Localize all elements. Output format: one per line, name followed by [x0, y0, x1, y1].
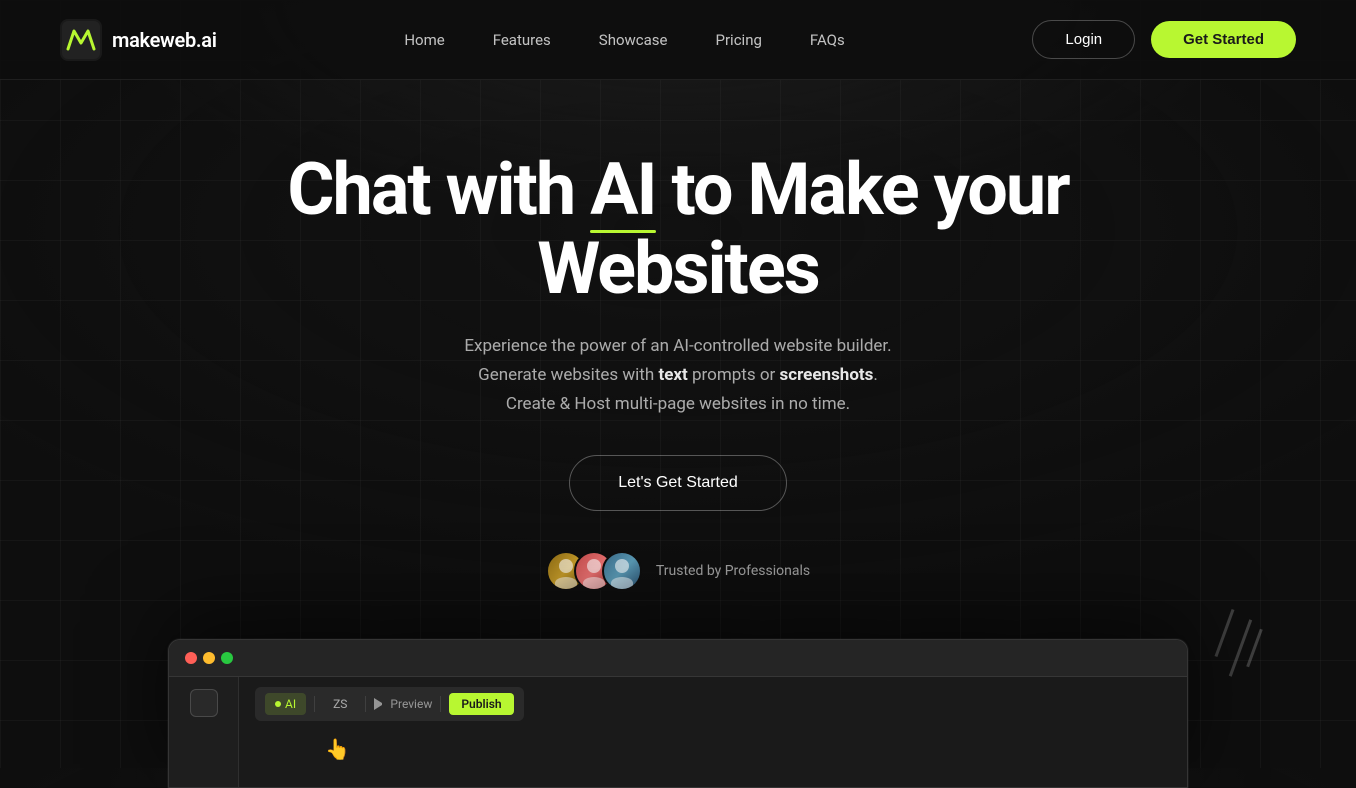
trust-section: Trusted by Professionals: [546, 551, 810, 591]
get-started-button[interactable]: Get Started: [1151, 21, 1296, 58]
hero-title: Chat with AI to Make your Websites: [178, 150, 1178, 308]
browser-titlebar: [169, 640, 1187, 677]
browser-toolbar: AI ZS Preview Publish 👆: [239, 677, 1187, 787]
tab-separator-1: [314, 696, 315, 712]
traffic-light-green: [221, 652, 233, 664]
nav-links: Home Features Showcase Pricing FAQs: [384, 23, 864, 57]
browser-content: AI ZS Preview Publish 👆: [169, 677, 1187, 787]
logo-text: makeweb.ai: [112, 28, 217, 52]
hero-title-ai: AI: [590, 150, 655, 229]
nav-faqs[interactable]: FAQs: [790, 23, 865, 57]
navbar: makeweb.ai Home Features Showcase Pricin…: [0, 0, 1356, 80]
hero-subtitle-line1: Experience the power of an AI-controlled…: [464, 336, 891, 356]
hero-title-part1: Chat with: [287, 147, 590, 232]
nav-features[interactable]: Features: [473, 23, 571, 57]
tab-publish[interactable]: Publish: [449, 693, 513, 715]
tab-ai-dot: [275, 701, 281, 707]
hero-subtitle: Experience the power of an AI-controlled…: [464, 332, 891, 419]
browser-mockup-container: AI ZS Preview Publish 👆: [168, 639, 1188, 788]
avatar-3: [602, 551, 642, 591]
hero-subtitle-line3: Create & Host multi-page websites in no …: [506, 394, 850, 414]
slash-2: [1229, 619, 1252, 676]
hero-section: Chat with AI to Make your Websites Exper…: [0, 80, 1356, 591]
hero-subtitle-prefix: Generate websites with: [478, 365, 658, 385]
logo[interactable]: makeweb.ai: [60, 19, 217, 61]
cursor-hand: 👆: [325, 737, 1171, 761]
traffic-light-yellow: [203, 652, 215, 664]
tab-preview-label: Preview: [390, 697, 432, 711]
nav-home[interactable]: Home: [384, 23, 464, 57]
tab-separator-2: [365, 696, 366, 712]
hero-subtitle-suffix: .: [873, 365, 877, 385]
tab-publish-label: Publish: [461, 697, 501, 711]
hero-subtitle-mid: prompts or: [688, 365, 780, 385]
browser-mockup: AI ZS Preview Publish 👆: [168, 639, 1188, 788]
browser-sidebar: [169, 677, 239, 787]
tab-ai-label: AI: [285, 697, 296, 711]
tab-zs[interactable]: ZS: [323, 693, 357, 715]
nav-showcase[interactable]: Showcase: [579, 23, 688, 57]
trust-label: Trusted by Professionals: [656, 563, 810, 579]
tab-preview[interactable]: Preview: [374, 697, 432, 711]
tab-zs-label: ZS: [333, 697, 347, 711]
slash-3: [1246, 629, 1263, 668]
hero-subtitle-text: text: [658, 365, 687, 385]
cta-button[interactable]: Let's Get Started: [569, 455, 787, 511]
toolbar-tabs: AI ZS Preview Publish: [255, 687, 524, 721]
slash-1: [1215, 609, 1235, 657]
nav-pricing[interactable]: Pricing: [696, 23, 782, 57]
hero-subtitle-screenshots: screenshots: [780, 365, 874, 385]
play-icon: [374, 698, 386, 710]
nav-actions: Login Get Started: [1032, 20, 1296, 59]
avatar-stack: [546, 551, 642, 591]
traffic-light-red: [185, 652, 197, 664]
tab-ai[interactable]: AI: [265, 693, 306, 715]
logo-icon: [60, 19, 102, 61]
sidebar-icon-box: [190, 689, 218, 717]
tab-separator-3: [440, 696, 441, 712]
login-button[interactable]: Login: [1032, 20, 1135, 59]
